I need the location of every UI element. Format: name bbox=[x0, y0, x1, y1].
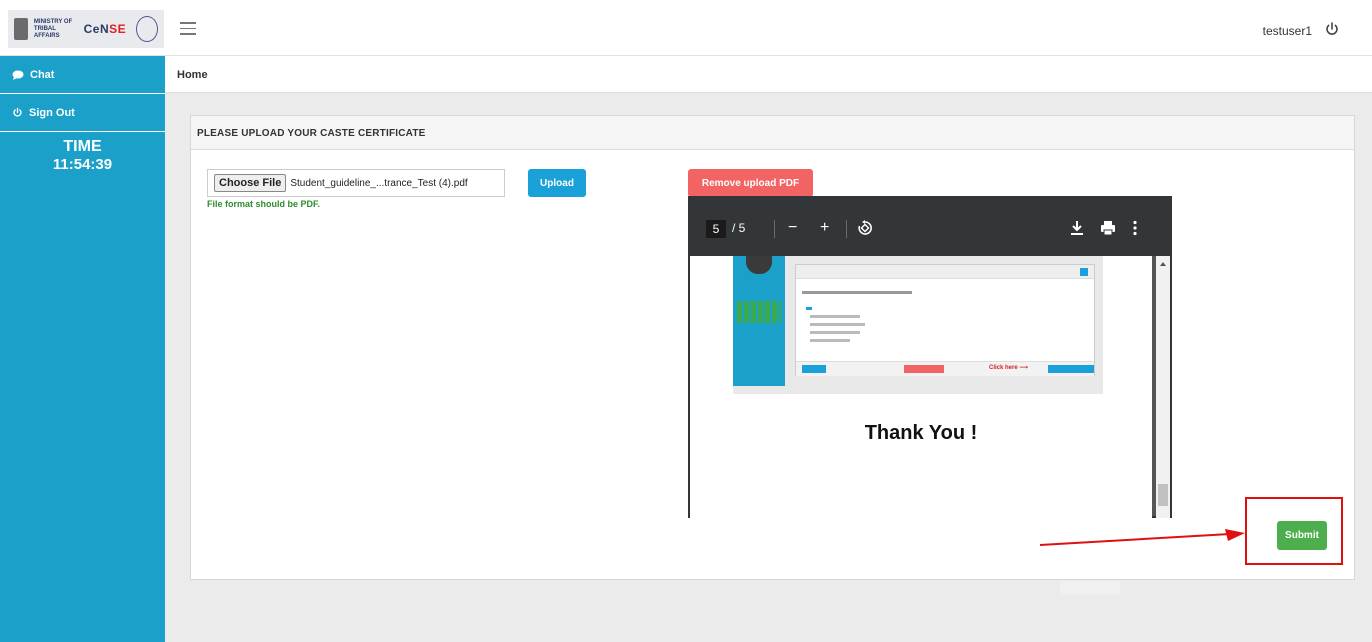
zoom-out-icon[interactable]: − bbox=[788, 218, 797, 238]
selected-file-name: Student_guideline_...trance_Test (4).pdf bbox=[290, 177, 468, 189]
toolbar-divider bbox=[774, 220, 775, 238]
pdf-toolbar: 5 / 5 − + bbox=[690, 198, 1170, 256]
menu-toggle-icon[interactable] bbox=[180, 22, 196, 35]
thumb-question-grid bbox=[737, 301, 781, 323]
sidebar-item-label: Chat bbox=[30, 68, 55, 81]
power-icon[interactable] bbox=[1324, 21, 1340, 37]
breadcrumb: Home bbox=[165, 57, 1372, 93]
sidebar-item-sign-out[interactable]: Sign Out bbox=[0, 94, 165, 132]
more-options-icon[interactable] bbox=[1132, 220, 1138, 236]
zoom-in-icon[interactable]: + bbox=[820, 218, 829, 238]
top-header: MINISTRY OF TRIBAL AFFAIRS CeNSE testuse… bbox=[0, 0, 1372, 56]
breadcrumb-home[interactable]: Home bbox=[177, 69, 208, 81]
pdf-viewer: 5 / 5 − + Click here ⟶ Thank You ! bbox=[688, 196, 1172, 518]
page-screenshot-image: Click here ⟶ bbox=[733, 256, 1103, 394]
brand-prefix: CeN bbox=[83, 22, 110, 36]
sidebar-item-label: Sign Out bbox=[29, 106, 75, 119]
power-icon bbox=[13, 107, 22, 117]
faint-overlay bbox=[1060, 581, 1120, 595]
toolbar-divider bbox=[846, 220, 847, 238]
scroll-thumb[interactable] bbox=[1158, 484, 1168, 506]
thumb-sidebar bbox=[733, 256, 785, 386]
app-root: MINISTRY OF TRIBAL AFFAIRS CeNSE testuse… bbox=[0, 0, 1372, 642]
thank-you-text: Thank You ! bbox=[864, 422, 978, 444]
download-icon[interactable] bbox=[1070, 220, 1084, 236]
scroll-up-icon[interactable] bbox=[1156, 259, 1170, 269]
upload-button[interactable]: Upload bbox=[528, 169, 586, 197]
sidebar: Chat Sign Out TIME 11:54:39 bbox=[0, 56, 165, 642]
thumb-footer bbox=[796, 361, 1094, 376]
print-icon[interactable] bbox=[1100, 220, 1116, 236]
time-display: TIME 11:54:39 bbox=[0, 138, 165, 173]
panel-title: PLEASE UPLOAD YOUR CASTE CERTIFICATE bbox=[197, 128, 426, 139]
click-here-note: Click here ⟶ bbox=[989, 365, 1028, 371]
seal-icon bbox=[136, 16, 158, 42]
pdf-page: Click here ⟶ Thank You ! bbox=[690, 256, 1152, 518]
file-input[interactable]: Choose File Student_guideline_...trance_… bbox=[207, 169, 505, 197]
file-format-hint: File format should be PDF. bbox=[207, 199, 321, 209]
rotate-icon[interactable] bbox=[856, 219, 874, 237]
ministry-logo: MINISTRY OF TRIBAL AFFAIRS CeNSE bbox=[8, 10, 164, 48]
avatar-icon bbox=[746, 256, 772, 274]
time-value: 11:54:39 bbox=[52, 156, 113, 173]
thumb-header bbox=[796, 265, 1094, 279]
time-label: TIME bbox=[63, 138, 102, 155]
pdf-scrollbar[interactable] bbox=[1156, 256, 1170, 518]
sidebar-item-chat[interactable]: Chat bbox=[0, 56, 165, 94]
username-label: testuser1 bbox=[1262, 24, 1312, 38]
page-number-input[interactable]: 5 bbox=[706, 220, 726, 238]
page-total: / 5 bbox=[732, 221, 746, 235]
annotation-arrow bbox=[1040, 529, 1245, 546]
ministry-name: MINISTRY OF TRIBAL AFFAIRS bbox=[33, 18, 73, 39]
choose-file-button[interactable]: Choose File bbox=[214, 174, 287, 192]
brand-suffix: SE bbox=[109, 22, 127, 36]
panel-header: PLEASE UPLOAD YOUR CASTE CERTIFICATE bbox=[191, 116, 1354, 150]
remove-pdf-button[interactable]: Remove upload PDF bbox=[688, 169, 813, 197]
thumb-question-panel bbox=[795, 264, 1095, 376]
brand-logo: CeNSE bbox=[84, 22, 127, 36]
chat-icon bbox=[12, 70, 24, 80]
submit-button[interactable]: Submit bbox=[1277, 521, 1327, 550]
national-emblem-icon bbox=[14, 18, 28, 40]
